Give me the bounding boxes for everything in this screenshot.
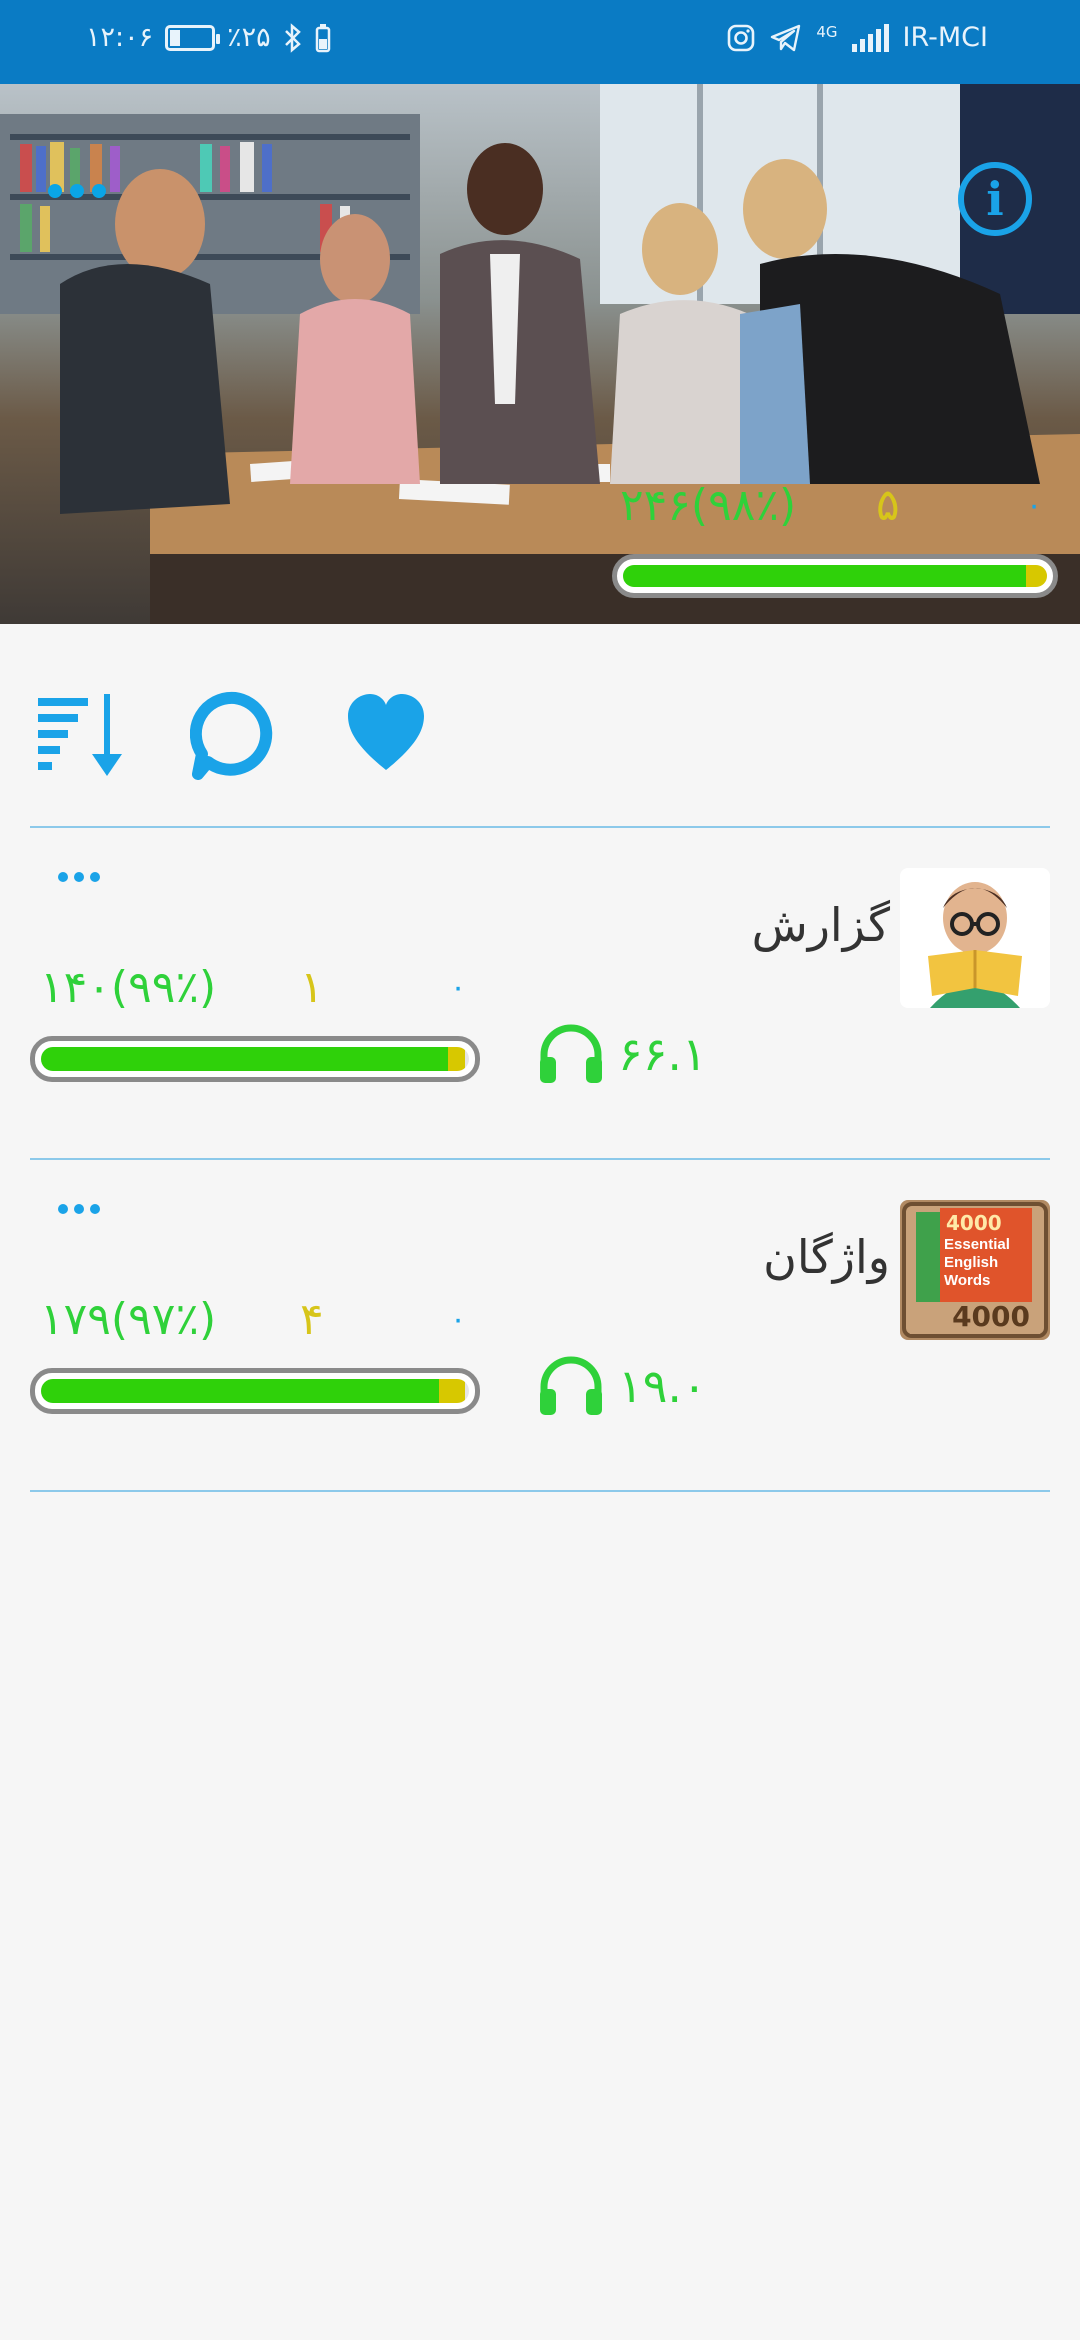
item-progress-bar	[30, 1036, 480, 1082]
item-wrong-count: ۱	[300, 962, 324, 1013]
clock: ۱۲:۰۶	[86, 22, 154, 53]
item-wrong-count: ۴	[300, 1294, 324, 1345]
thumb-top-text: 4000	[946, 1211, 1002, 1235]
hero-progress-bar	[612, 554, 1058, 598]
item-thumbnail	[900, 868, 1050, 1008]
hero-stats: ۲۴۶(۹۸٪) ۵ ۰	[0, 476, 1080, 536]
heart-icon[interactable]	[346, 690, 426, 780]
item-more-button[interactable]	[58, 1204, 100, 1214]
instagram-icon	[728, 24, 755, 51]
item-total-count: ۱۷۹(۹۷٪)	[40, 1294, 217, 1345]
sort-icon[interactable]	[36, 690, 136, 780]
list-item-vocabulary[interactable]: 4000 4000 Essential English Words واژگان…	[0, 1160, 1080, 1490]
item-title: واژگان	[763, 1230, 890, 1284]
item-more-button[interactable]	[58, 872, 100, 882]
item-listen-time[interactable]: ۶۶.۱	[538, 1023, 707, 1085]
listen-value: ۶۶.۱	[618, 1027, 707, 1081]
signal-icon	[851, 23, 889, 52]
item-unread-count: ۰	[450, 970, 467, 1005]
battery-saver-icon	[315, 23, 330, 52]
divider	[30, 1490, 1050, 1492]
hero-wrong-count: ۵	[876, 480, 900, 531]
network-type: 4G	[816, 23, 838, 41]
thumb-line: Essential	[944, 1236, 1010, 1253]
headphones-icon	[540, 1356, 602, 1415]
telegram-icon	[771, 24, 801, 51]
thumb-bottom-text: 4000	[952, 1300, 1030, 1333]
thumb-title-lines: Essential English Words	[944, 1236, 1010, 1290]
hero-unread-count: ۰	[1026, 488, 1043, 523]
thumb-line: Words	[944, 1272, 991, 1289]
battery-icon	[165, 24, 221, 51]
hero-more-button[interactable]	[48, 184, 106, 198]
thumb-line: English	[944, 1254, 999, 1271]
status-bar: ۱۲:۰۶ ٪۲۵ 4G IR-MCI	[0, 0, 1080, 84]
item-listen-time[interactable]: ۱۹.۰	[538, 1355, 707, 1417]
listen-value: ۱۹.۰	[618, 1359, 707, 1413]
item-progress-bar	[30, 1368, 480, 1414]
list-item-report[interactable]: گزارش ۱۴۰(۹۹٪) ۱ ۰ ۶۶.۱	[0, 828, 1080, 1158]
item-thumbnail: 4000 4000 Essential English Words	[900, 1200, 1050, 1340]
hero-total-count: ۲۴۶(۹۸٪)	[620, 480, 797, 531]
item-total-count: ۱۴۰(۹۹٪)	[40, 962, 217, 1013]
item-title: گزارش	[751, 898, 890, 952]
battery-percent: ٪۲۵	[227, 22, 271, 53]
hero-banner: i ۲۴۶(۹۸٪) ۵ ۰	[0, 84, 1080, 624]
item-unread-count: ۰	[450, 1302, 467, 1337]
bluetooth-icon	[284, 22, 301, 53]
chat-icon[interactable]	[190, 690, 280, 780]
carrier-name: IR-MCI	[902, 22, 988, 53]
info-button[interactable]: i	[958, 162, 1032, 236]
headphones-icon	[540, 1024, 602, 1083]
hero-photo	[0, 84, 1080, 624]
toolbar	[30, 690, 450, 780]
